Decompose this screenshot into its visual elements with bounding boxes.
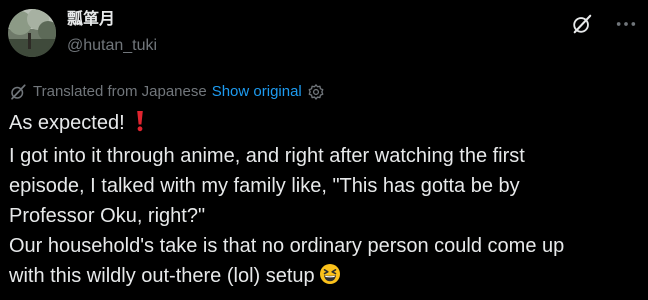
translation-bar: Translated from Japanese Show original — [9, 82, 325, 102]
handle[interactable]: @hutan_tuki — [67, 36, 157, 56]
tweet-line: Professor Oku, right?" — [9, 205, 206, 227]
tweet-line-text: As expected! — [9, 112, 125, 134]
show-original-link[interactable]: Show original — [212, 82, 302, 102]
display-name[interactable]: 瓢箪月 — [67, 10, 157, 30]
tweet-line: Our household's take is that no ordinary… — [9, 235, 565, 257]
tweet-line: with this wildly out-there (lol) setup — [9, 261, 641, 294]
avatar[interactable] — [8, 9, 56, 57]
settings-icon[interactable] — [307, 83, 325, 101]
tweet-line: episode, I talked with my family like, "… — [9, 175, 520, 197]
author-info: 瓢箪月 @hutan_tuki — [67, 10, 157, 56]
tweet-line: I got into it through anime, and right a… — [9, 145, 525, 167]
grinning-squinting-face-icon — [319, 263, 341, 294]
red-exclamation-icon — [135, 110, 145, 141]
tweet-line: As expected! — [9, 108, 641, 141]
post: 瓢箪月 @hutan_tuki Translated from Japanese — [0, 0, 648, 300]
top-actions — [570, 12, 638, 36]
translate-icon — [9, 83, 27, 101]
tweet-line-text: with this wildly out-there (lol) setup — [9, 265, 315, 287]
translated-label: Translated from Japanese — [33, 83, 207, 100]
more-icon[interactable] — [614, 12, 638, 36]
grok-icon[interactable] — [570, 12, 594, 36]
avatar-image — [8, 9, 56, 57]
tweet-text: As expected! I got into it through anime… — [9, 108, 641, 294]
